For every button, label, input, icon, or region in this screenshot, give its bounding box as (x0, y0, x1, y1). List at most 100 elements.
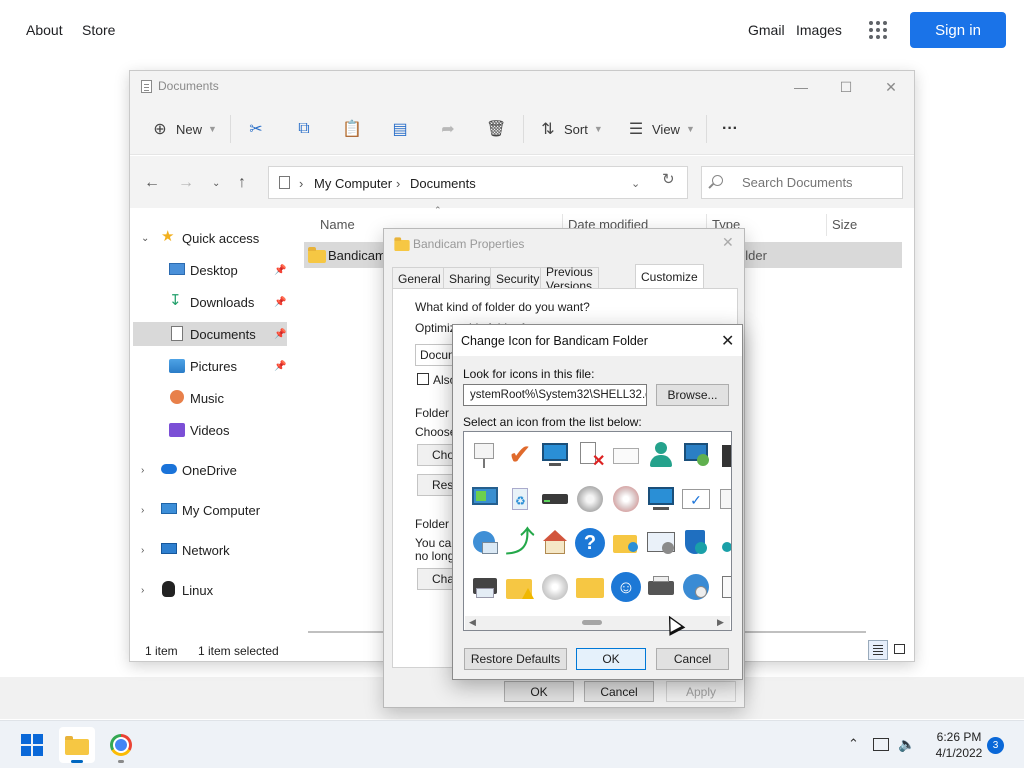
home-icon[interactable] (540, 528, 570, 558)
recent-chevron-icon[interactable]: ⌄ (212, 178, 220, 189)
sign-in-button[interactable]: Sign in (910, 12, 1006, 48)
sidebar-item-videos[interactable]: Videos (133, 418, 287, 442)
column-divider[interactable] (826, 214, 827, 236)
sidebar-item-my-computer[interactable]: › My Computer (133, 498, 287, 522)
breadcrumb-documents[interactable]: Documents (410, 176, 476, 191)
tab-customize[interactable]: Customize (635, 264, 704, 289)
column-header-name[interactable]: Name (320, 217, 355, 232)
sidebar-item-quick-access[interactable]: ⌄ ★ Quick access (133, 226, 287, 250)
scrollbar-thumb[interactable] (582, 620, 602, 625)
teal-partial-icon[interactable] (716, 528, 731, 558)
gmail-link[interactable]: Gmail (748, 22, 785, 38)
also-apply-checkbox[interactable] (417, 373, 429, 385)
collapsed-chevron-icon[interactable]: › (141, 465, 144, 476)
sidebar-item-desktop[interactable]: Desktop 📌 (133, 258, 287, 282)
globe-network-icon[interactable] (470, 528, 500, 558)
copy-button[interactable]: ⧉ (294, 117, 314, 141)
breadcrumb-my-computer[interactable]: My Computer (314, 176, 392, 191)
network-icon[interactable] (873, 738, 889, 751)
shield-icon[interactable] (681, 528, 711, 558)
images-link[interactable]: Images (796, 22, 842, 38)
network-monitor-icon[interactable] (681, 440, 711, 470)
forward-arrow-icon[interactable]: → (178, 174, 194, 192)
view-button[interactable]: ☰ View ▼ (626, 117, 695, 141)
folder-icon[interactable] (575, 572, 605, 602)
tab-general[interactable]: General (392, 267, 447, 289)
document-delete-icon[interactable]: ✕ (575, 440, 605, 470)
icon-list[interactable]: ✔ ✕ ♻ ✓ ⤴ ? ☺ ◀ ▶ (463, 431, 732, 631)
sidebar-item-downloads[interactable]: ↧ Downloads 📌 (133, 290, 287, 314)
store-link[interactable]: Store (82, 22, 115, 38)
scroll-left-icon[interactable]: ◀ (469, 617, 476, 628)
recycle-bin-icon[interactable]: ♻ (505, 484, 535, 514)
system-clock[interactable]: 6:26 PM 4/1/2022 (930, 729, 988, 761)
expanded-chevron-icon[interactable]: ⌄ (141, 233, 149, 244)
printer-stack-icon[interactable] (470, 572, 500, 602)
ok-button[interactable]: OK (576, 648, 646, 670)
properties-ok-button[interactable]: OK (504, 681, 574, 702)
minimize-icon[interactable]: — (781, 75, 821, 99)
more-options-button[interactable]: ··· (722, 117, 738, 141)
properties-cancel-button[interactable]: Cancel (584, 681, 654, 702)
tab-security[interactable]: Security (490, 267, 546, 289)
dvd-drive-icon[interactable] (575, 484, 605, 514)
globe-clock-icon[interactable] (681, 572, 711, 602)
properties-apply-button[interactable]: Apply (666, 681, 736, 702)
collapsed-chevron-icon[interactable]: › (141, 545, 144, 556)
program-monitor-icon[interactable] (470, 484, 500, 514)
shared-folder-icon[interactable] (611, 528, 641, 558)
details-view-button[interactable] (868, 640, 888, 660)
about-link[interactable]: About (26, 22, 63, 38)
close-icon[interactable]: ✕ (722, 234, 734, 251)
scroll-right-icon[interactable]: ▶ (717, 617, 724, 628)
dark-device-icon[interactable] (716, 440, 731, 470)
accessibility-icon[interactable]: ☺ (611, 572, 641, 602)
share-button[interactable]: ➦ (438, 117, 458, 141)
window-settings-icon[interactable] (646, 528, 676, 558)
icon-list-scrollbar[interactable]: ◀ ▶ (465, 616, 730, 630)
monitor-icon[interactable] (540, 440, 570, 470)
sidebar-item-documents[interactable]: Documents 📌 (133, 322, 287, 346)
sidebar-item-linux[interactable]: › Linux (133, 578, 287, 602)
maximize-icon[interactable]: ☐ (826, 75, 866, 99)
speaker-icon[interactable]: 🔈 (898, 736, 915, 753)
green-arrow-up-icon[interactable]: ⤴ (505, 528, 535, 558)
cut-button[interactable]: ✂ (246, 117, 266, 141)
checkmark-icon[interactable]: ✔ (505, 440, 535, 470)
drive-icon[interactable] (540, 484, 570, 514)
file-explorer-taskbar-button[interactable] (59, 727, 95, 763)
document-partial-icon[interactable] (716, 572, 731, 602)
printer-icon[interactable] (646, 572, 676, 602)
presentation-board-icon[interactable] (470, 440, 500, 470)
address-dropdown-icon[interactable]: ⌄ (631, 177, 640, 190)
disc-icon[interactable] (540, 572, 570, 602)
back-arrow-icon[interactable]: ← (144, 174, 160, 192)
sidebar-item-onedrive[interactable]: › OneDrive (133, 458, 287, 482)
envelope-icon[interactable] (611, 440, 641, 470)
tiles-view-button[interactable] (890, 640, 910, 660)
column-header-size[interactable]: Size (832, 217, 857, 232)
sort-button[interactable]: ⇅ Sort ▼ (538, 117, 602, 141)
collapsed-chevron-icon[interactable]: › (141, 505, 144, 516)
delete-button[interactable]: 🗑 (486, 117, 506, 141)
windows-start-icon[interactable] (21, 734, 43, 756)
sidebar-item-network[interactable]: › Network (133, 538, 287, 562)
chrome-taskbar-button[interactable] (103, 727, 139, 763)
icon-file-path-input[interactable]: ystemRoot%\System32\SHELL32.dll (463, 384, 647, 406)
help-icon[interactable]: ? (575, 528, 605, 558)
close-icon[interactable]: ✕ (871, 75, 911, 99)
restore-defaults-button[interactable]: Restore Defaults (464, 648, 567, 670)
folder-warning-icon[interactable] (505, 572, 535, 602)
cd-icon[interactable] (611, 484, 641, 514)
address-bar[interactable]: › My Computer › Documents ⌄ (268, 166, 688, 199)
paste-button[interactable]: 📋 (342, 117, 362, 141)
tab-sharing[interactable]: Sharing (443, 267, 497, 289)
cancel-button[interactable]: Cancel (656, 648, 729, 670)
collapsed-chevron-icon[interactable]: › (141, 585, 144, 596)
checkbox-window-icon[interactable]: ✓ (681, 484, 711, 514)
browse-button[interactable]: Browse... (656, 384, 729, 406)
refresh-icon[interactable]: ↻ (662, 170, 675, 188)
user-icon[interactable] (646, 440, 676, 470)
google-apps-icon[interactable] (869, 21, 887, 39)
tab-previous-versions[interactable]: Previous Versions (540, 265, 599, 293)
